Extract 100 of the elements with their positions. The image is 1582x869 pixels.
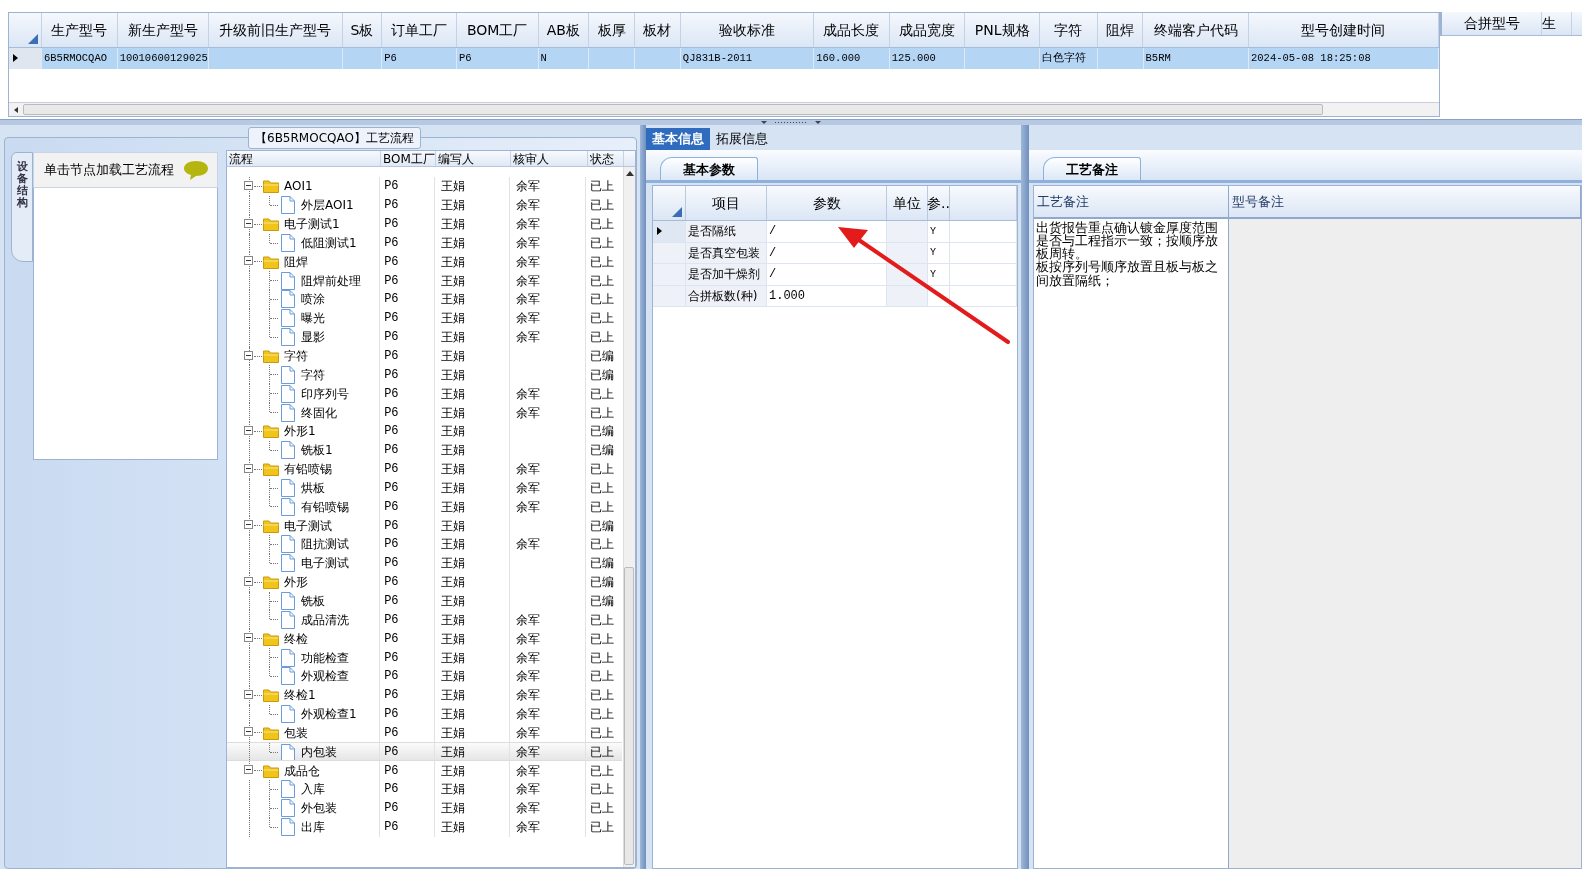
tree-row[interactable]: 终固化 P6 王娟 余军 已上: [227, 403, 622, 422]
tree-node-label[interactable]: 喷涂: [301, 290, 325, 309]
tree-node-label[interactable]: 外形1: [284, 422, 316, 441]
select-all-icon[interactable]: [672, 207, 682, 217]
tree-node-label[interactable]: 铣板: [301, 592, 325, 610]
tree-row[interactable]: 电子测试1 P6 王娟 余军 已上: [227, 214, 622, 234]
tree-node-label[interactable]: 有铅喷锡: [284, 460, 332, 479]
tree-node-label[interactable]: 曝光: [301, 309, 325, 328]
tree-row[interactable]: 低阻测试1 P6 王娟 余军 已上: [227, 233, 622, 253]
tree-row[interactable]: 铣板1 P6 王娟 已编: [227, 440, 622, 460]
tree-row[interactable]: 终检1 P6 王娟 余军 已上: [227, 685, 622, 705]
tree-node-label[interactable]: 出库: [301, 818, 325, 837]
tree-node-label[interactable]: 字符: [284, 347, 308, 365]
column-header[interactable]: 流程: [227, 151, 381, 166]
column-header[interactable]: BOM工厂: [381, 151, 436, 166]
column-header[interactable]: 编写人: [436, 151, 511, 166]
tree-node-label[interactable]: 阻焊: [284, 252, 308, 271]
tree-row[interactable]: 印序列号 P6 王娟 余军 已上: [227, 384, 622, 404]
scrollbar-thumb[interactable]: [624, 567, 634, 865]
tree-node-label[interactable]: 烘板: [301, 478, 325, 497]
column-header[interactable]: 项目: [686, 186, 767, 220]
column-header[interactable]: S板: [342, 13, 383, 47]
tree-row[interactable]: 显影 P6 王娟 余军 已上: [227, 327, 622, 347]
tree-row[interactable]: 内包装 P6 王娟 余军 已上: [227, 742, 622, 762]
tree-row[interactable]: 字符 P6 王娟 已编: [227, 346, 622, 366]
tree-node-label[interactable]: 印序列号: [301, 384, 349, 403]
column-header[interactable]: 阻焊: [1097, 13, 1144, 47]
collapse-toggle[interactable]: [244, 689, 253, 699]
tree-row[interactable]: 终检 P6 王娟 余军 已上: [227, 629, 622, 649]
tree-node-label[interactable]: 电子测试1: [284, 215, 340, 234]
tree-row[interactable]: 出库 P6 王娟 余军 已上: [227, 817, 622, 837]
tree-row[interactable]: 阻抗测试 P6 王娟 余军 已上: [227, 535, 622, 554]
tree-node-label[interactable]: 包装: [284, 723, 308, 742]
side-tab[interactable]: 设备结构: [11, 152, 33, 262]
collapse-toggle[interactable]: [244, 181, 253, 190]
collapse-toggle[interactable]: [244, 633, 253, 643]
tree-row[interactable]: AOI1 P6 王娟 余军 已上: [227, 177, 622, 196]
column-header[interactable]: 核审人: [511, 151, 588, 166]
tree-node-label[interactable]: 成品仓: [284, 761, 320, 780]
tree-node-label[interactable]: 终检: [284, 629, 308, 648]
collapse-toggle[interactable]: [244, 576, 253, 586]
tree-node-label[interactable]: AOI1: [284, 177, 313, 196]
tree-node-label[interactable]: 外观检查: [301, 667, 349, 686]
tree-row[interactable]: 阻焊 P6 王娟 余军 已上: [227, 252, 622, 272]
vertical-scrollbar[interactable]: [623, 167, 635, 867]
tree-row[interactable]: 阻焊前处理 P6 王娟 余军 已上: [227, 271, 622, 291]
collapse-toggle[interactable]: [244, 727, 253, 737]
tree-node-label[interactable]: 显影: [301, 328, 325, 347]
tree-node-label[interactable]: 入库: [301, 780, 325, 799]
tree-node-label[interactable]: 电子测试: [284, 516, 332, 535]
tab[interactable]: 拓展信息: [710, 128, 774, 150]
column-header[interactable]: 单位: [887, 186, 928, 220]
column-header[interactable]: 合拼型号: [1442, 12, 1542, 35]
tree-node-label[interactable]: 低阻测试1: [301, 233, 357, 252]
column-header[interactable]: 工艺备注: [1034, 186, 1229, 217]
column-header[interactable]: 参..: [928, 186, 950, 220]
column-header[interactable]: PNL规格: [965, 13, 1040, 47]
column-header[interactable]: 订单工厂: [382, 13, 457, 47]
column-header[interactable]: 生: [1542, 12, 1572, 35]
scroll-up-icon[interactable]: [625, 169, 635, 177]
tree-node-label[interactable]: 阻焊前处理: [301, 271, 361, 290]
tree-node-label[interactable]: 有铅喷锡: [301, 497, 349, 516]
tree-row[interactable]: 电子测试 P6 王娟 已编: [227, 553, 622, 573]
select-all-icon[interactable]: [28, 34, 38, 44]
column-header[interactable]: 型号备注: [1229, 186, 1581, 217]
collapse-toggle[interactable]: [244, 256, 253, 266]
tree-row[interactable]: 铣板 P6 王娟 已编: [227, 591, 622, 611]
collapse-toggle[interactable]: [244, 765, 253, 775]
tab[interactable]: 基本信息: [646, 128, 710, 150]
tab[interactable]: 工艺备注: [1043, 156, 1141, 180]
collapse-toggle[interactable]: [244, 218, 253, 228]
tree-node-label[interactable]: 外层AOI1: [301, 196, 354, 215]
tree-row[interactable]: 字符 P6 王娟 已编: [227, 365, 622, 385]
column-header[interactable]: 成品长度: [814, 13, 890, 47]
tab[interactable]: 基本参数: [660, 156, 758, 180]
tree-row[interactable]: 外层AOI1 P6 王娟 余军 已上: [227, 195, 622, 215]
tree-node-label[interactable]: 内包装: [301, 743, 337, 761]
tree-node-label[interactable]: 外观检查1: [301, 705, 357, 724]
tree-row[interactable]: 外观检查 P6 王娟 余军 已上: [227, 666, 622, 686]
tree-node-label[interactable]: 铣板1: [301, 441, 333, 460]
tree-row[interactable]: 成品清洗 P6 王娟 余军 已上: [227, 610, 622, 630]
tree-node-label[interactable]: 字符: [301, 365, 325, 384]
column-header[interactable]: 成品宽度: [889, 13, 966, 47]
tree-node-label[interactable]: 外形: [284, 573, 308, 592]
collapse-toggle[interactable]: [244, 425, 253, 435]
collapse-toggle[interactable]: [244, 463, 253, 473]
tree-row[interactable]: 功能检查 P6 王娟 余军 已上: [227, 648, 622, 667]
tree-node-label[interactable]: 成品清洗: [301, 610, 349, 629]
tree-node-label[interactable]: 外包装: [301, 799, 337, 818]
tree-node-label[interactable]: 功能检查: [301, 648, 349, 667]
row-header[interactable]: [653, 221, 686, 242]
collapse-toggle[interactable]: [244, 520, 253, 530]
tree-row[interactable]: 有铅喷锡 P6 王娟 余军 已上: [227, 459, 622, 479]
tree-row[interactable]: 入库 P6 王娟 余军 已上: [227, 780, 622, 799]
tree-node-label[interactable]: 终检1: [284, 686, 316, 705]
column-header[interactable]: 升级前旧生产型号: [209, 13, 343, 47]
collapse-toggle[interactable]: [244, 350, 253, 360]
column-header[interactable]: 生产型号: [42, 13, 118, 47]
column-header[interactable]: AB板: [538, 13, 590, 47]
grid-row[interactable]: 6B5RMOCQAO 10010600129025 P6 P6 N QJ831B-2011 160.000 125.000 白色字符 B5RM 2024-05-08 18:25:08: [9, 48, 1439, 69]
